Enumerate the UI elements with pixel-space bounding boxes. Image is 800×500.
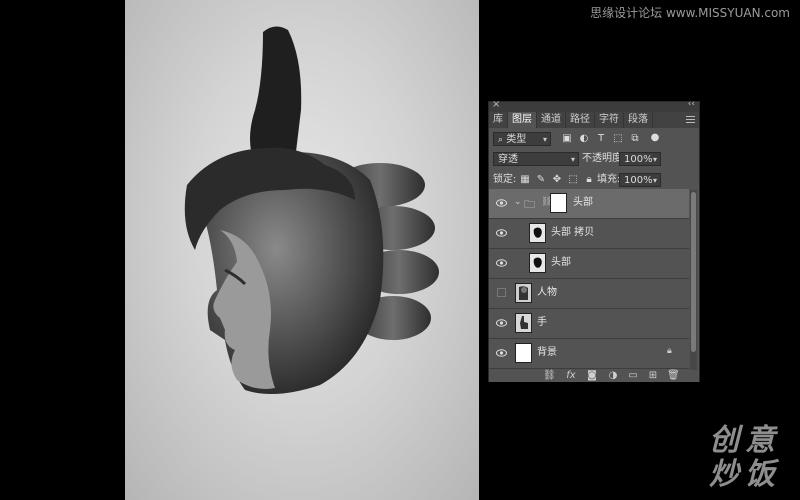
panel-tabs: 库 图层 通道 路径 字符 段落 <box>489 112 699 128</box>
new-layer-icon[interactable]: ⊞ <box>647 370 659 382</box>
chevron-down-icon: ▾ <box>542 135 547 144</box>
filter-toggle-icon[interactable]: ● <box>649 132 661 144</box>
layer-name: 手 <box>537 317 547 328</box>
filter-row: ⌕ 类型 ▾ ▣ ◐ T ⬚ ⧉ ● <box>489 131 699 147</box>
lock-artboard-icon[interactable]: ⬚ <box>567 174 579 186</box>
tab-channels[interactable]: 通道 <box>537 112 566 128</box>
lock-icon: 🔒︎ <box>667 346 672 356</box>
mask-icon[interactable]: ◙ <box>586 370 598 382</box>
eye-icon[interactable] <box>496 229 507 237</box>
fx-icon[interactable]: fx <box>565 370 577 382</box>
link-icon[interactable]: ⛓︎ <box>543 370 556 382</box>
panel-menu-icon[interactable] <box>686 116 695 124</box>
layer-mask-thumbnail[interactable] <box>550 193 567 213</box>
chevron-down-icon: ▾ <box>652 155 657 164</box>
fill-label: 填充: <box>597 174 621 185</box>
layer-row-head[interactable]: 头部 <box>489 249 689 279</box>
tab-character[interactable]: 字符 <box>595 112 624 128</box>
scrollbar-thumb[interactable] <box>691 192 696 352</box>
site-watermark: 思缘设计论坛 www.MISSYUAN.com <box>590 6 790 20</box>
search-icon: ⌕ <box>498 135 504 145</box>
logo-char: 饭 <box>745 457 775 492</box>
layer-thumbnail[interactable] <box>515 283 532 303</box>
trash-icon[interactable]: 🗑︎ <box>667 370 680 382</box>
lock-all-icon[interactable]: 🔒︎ <box>583 174 595 186</box>
tab-library[interactable]: 库 <box>489 112 508 128</box>
folder-icon: 🗀︎ <box>524 198 535 211</box>
logo-char: 炒 <box>709 457 739 492</box>
eye-icon[interactable] <box>496 259 507 267</box>
fill-value: 100% <box>624 175 653 186</box>
layer-thumbnail[interactable] <box>515 313 532 333</box>
filter-kind-select[interactable]: ⌕ 类型 ▾ <box>493 132 551 146</box>
fill-input[interactable]: 100% ▾ <box>619 173 661 187</box>
chevron-down-icon: ▾ <box>652 176 657 185</box>
artwork-image <box>184 26 439 394</box>
tab-paragraph[interactable]: 段落 <box>624 112 653 128</box>
layer-name: 头部 <box>551 257 571 268</box>
filter-pixel-icon[interactable]: ▣ <box>561 133 573 145</box>
collapse-panel-icon[interactable]: ‹‹ <box>688 99 695 109</box>
blend-mode-select[interactable]: 穿透 ▾ <box>493 152 579 166</box>
blend-mode-value: 穿透 <box>498 154 518 165</box>
lock-label: 锁定: <box>493 174 517 185</box>
layer-row-group-head[interactable]: ⌄ 🗀︎ ⛓︎ 头部 <box>489 189 689 219</box>
layer-name: 头部 <box>573 197 593 208</box>
blend-row: 穿透 ▾ 不透明度: 100% ▾ <box>489 151 699 167</box>
adjustment-icon[interactable]: ◑ <box>607 370 619 382</box>
layer-thumbnail[interactable] <box>529 223 546 243</box>
layer-row-person[interactable]: 人物 <box>489 279 689 309</box>
eye-icon[interactable] <box>496 319 507 327</box>
layer-name: 背景 <box>537 347 557 358</box>
layer-name: 头部 拷贝 <box>551 227 595 238</box>
panel-title-bar: × ‹‹ <box>489 99 699 112</box>
lock-transparent-icon[interactable]: ▦ <box>519 174 531 186</box>
tab-paths[interactable]: 路径 <box>566 112 595 128</box>
close-icon[interactable]: × <box>492 99 500 110</box>
layer-name: 人物 <box>537 287 557 298</box>
layers-list: ⌄ 🗀︎ ⛓︎ 头部 头部 拷贝 头部 人物 手 背景 🔒︎ <box>489 189 689 372</box>
filter-adjustment-icon[interactable]: ◐ <box>578 133 590 145</box>
document-canvas[interactable] <box>125 0 479 500</box>
filter-type-icon[interactable]: T <box>595 133 607 145</box>
layer-row-background[interactable]: 背景 🔒︎ <box>489 339 689 369</box>
chevron-down-icon[interactable]: ⌄ <box>514 197 522 207</box>
chevron-down-icon: ▾ <box>570 155 575 164</box>
filter-shape-icon[interactable]: ⬚ <box>612 133 624 145</box>
tab-layers[interactable]: 图层 <box>508 112 537 128</box>
opacity-input[interactable]: 100% ▾ <box>619 152 661 166</box>
layer-row-hand[interactable]: 手 <box>489 309 689 339</box>
filter-smart-object-icon[interactable]: ⧉ <box>629 133 641 145</box>
layer-thumbnail[interactable] <box>515 343 532 363</box>
eye-icon[interactable] <box>496 349 507 357</box>
visibility-off-box[interactable] <box>497 288 506 297</box>
opacity-value: 100% <box>624 154 653 165</box>
layer-row-head-copy[interactable]: 头部 拷贝 <box>489 219 689 249</box>
lock-image-icon[interactable]: ✎ <box>535 174 547 186</box>
lock-position-icon[interactable]: ✥ <box>551 174 563 186</box>
panel-bottom-bar: ⛓︎ fx ◙ ◑ ▭ ⊞ 🗑︎ <box>489 370 699 382</box>
layers-panel: × ‹‹ 库 图层 通道 路径 字符 段落 ⌕ 类型 ▾ ▣ ◐ T ⬚ ⧉ ●… <box>488 99 700 382</box>
lock-row: 锁定: ▦ ✎ ✥ ⬚ 🔒︎ 填充: 100% ▾ <box>489 172 699 188</box>
brand-logo: 创 意 炒 饭 <box>705 415 787 492</box>
layer-thumbnail[interactable] <box>529 253 546 273</box>
filter-kind-value: 类型 <box>506 134 527 145</box>
eye-icon[interactable] <box>496 199 507 207</box>
layers-scrollbar[interactable] <box>690 190 697 370</box>
folder-icon[interactable]: ▭ <box>627 370 639 382</box>
